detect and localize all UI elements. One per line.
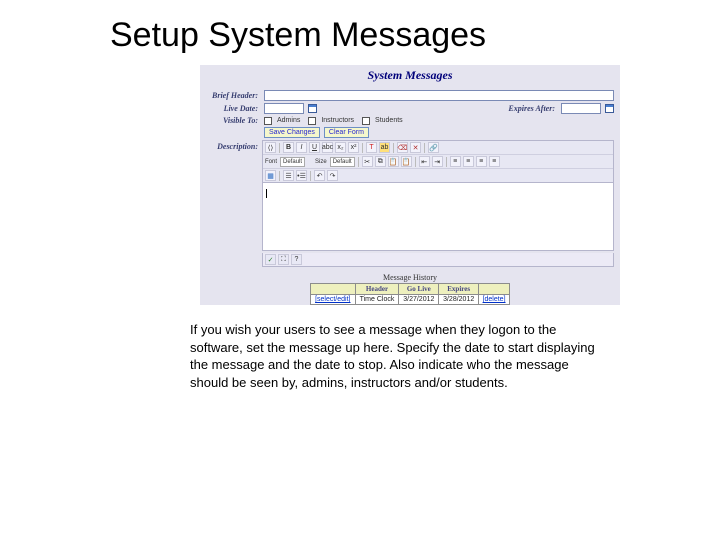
cell-expires: 3/28/2012 bbox=[439, 295, 479, 305]
subscript-icon[interactable]: x₂ bbox=[335, 142, 346, 153]
editor-toolbar: ⟨⟩ B I U abc x₂ x² T ab ⌫ ✕ 🔗 Font Defau… bbox=[262, 140, 614, 183]
italic-icon[interactable]: I bbox=[296, 142, 307, 153]
col-header: Header bbox=[355, 284, 399, 295]
cut-icon[interactable]: ✂ bbox=[362, 156, 373, 167]
toolbar-row-3: ▦ ☰ •☰ ↶ ↷ bbox=[263, 169, 613, 182]
instructors-checkbox[interactable] bbox=[308, 117, 316, 125]
clear-style-icon[interactable]: ✕ bbox=[410, 142, 421, 153]
outdent-icon[interactable]: ⇤ bbox=[419, 156, 430, 167]
redo-icon[interactable]: ↷ bbox=[327, 170, 338, 181]
align-left-icon[interactable]: ≡ bbox=[450, 156, 461, 167]
paste-text-icon[interactable]: 📋 bbox=[401, 156, 412, 167]
toolbar-row-2: Font Default Size Default ✂ ⧉ 📋 📋 ⇤ ⇥ ≡ … bbox=[263, 155, 613, 169]
history-title: Message History bbox=[310, 273, 510, 282]
align-center-icon[interactable]: ≡ bbox=[463, 156, 474, 167]
indent-icon[interactable]: ⇥ bbox=[432, 156, 443, 167]
dates-row: Live Date: Expires After: bbox=[200, 102, 620, 115]
strike-icon[interactable]: abc bbox=[322, 142, 333, 153]
fullscreen-icon[interactable]: ⛶ bbox=[278, 254, 289, 265]
live-date-input[interactable] bbox=[264, 103, 304, 114]
font-select[interactable]: Default bbox=[280, 157, 305, 167]
col-delete bbox=[479, 284, 510, 295]
editor-bottom-bar: ✓ ⛶ ? bbox=[262, 253, 614, 267]
expires-after-label: Expires After: bbox=[508, 104, 557, 113]
save-button[interactable]: Save Changes bbox=[264, 127, 320, 138]
slide-title: Setup System Messages bbox=[0, 0, 720, 65]
table-header-row: Header Go Live Expires bbox=[311, 284, 510, 295]
calendar-icon[interactable] bbox=[605, 104, 614, 113]
image-icon[interactable]: ▦ bbox=[265, 170, 276, 181]
text-cursor bbox=[266, 189, 267, 198]
remove-format-icon[interactable]: ⌫ bbox=[397, 142, 408, 153]
col-golive: Go Live bbox=[399, 284, 439, 295]
message-history: Message History Header Go Live Expires [… bbox=[310, 273, 510, 305]
size-label: Size bbox=[315, 159, 327, 165]
admins-label: Admins bbox=[277, 117, 300, 124]
help-icon[interactable]: ? bbox=[291, 254, 302, 265]
table-row: [select/edit] Time Clock 3/27/2012 3/28/… bbox=[311, 295, 510, 305]
system-messages-panel: System Messages Brief Header: Live Date:… bbox=[200, 65, 620, 305]
size-select[interactable]: Default bbox=[330, 157, 355, 167]
unordered-list-icon[interactable]: •☰ bbox=[296, 170, 307, 181]
students-checkbox[interactable] bbox=[362, 117, 370, 125]
panel-title: System Messages bbox=[200, 65, 620, 89]
spellcheck-icon[interactable]: ✓ bbox=[265, 254, 276, 265]
ordered-list-icon[interactable]: ☰ bbox=[283, 170, 294, 181]
paste-icon[interactable]: 📋 bbox=[388, 156, 399, 167]
source-icon[interactable]: ⟨⟩ bbox=[265, 142, 276, 153]
col-expires: Expires bbox=[439, 284, 479, 295]
undo-icon[interactable]: ↶ bbox=[314, 170, 325, 181]
toolbar-row-1: ⟨⟩ B I U abc x₂ x² T ab ⌫ ✕ 🔗 bbox=[263, 141, 613, 155]
link-icon[interactable]: 🔗 bbox=[428, 142, 439, 153]
align-right-icon[interactable]: ≡ bbox=[476, 156, 487, 167]
description-label: Description: bbox=[206, 142, 260, 151]
underline-icon[interactable]: U bbox=[309, 142, 320, 153]
history-table: Header Go Live Expires [select/edit] Tim… bbox=[310, 283, 510, 305]
brief-header-row: Brief Header: bbox=[200, 89, 620, 102]
text-color-icon[interactable]: T bbox=[366, 142, 377, 153]
brief-header-input[interactable] bbox=[264, 90, 614, 101]
superscript-icon[interactable]: x² bbox=[348, 142, 359, 153]
clear-button[interactable]: Clear Form bbox=[324, 127, 369, 138]
align-justify-icon[interactable]: ≡ bbox=[489, 156, 500, 167]
visible-to-label: Visible To: bbox=[206, 116, 260, 125]
admins-checkbox[interactable] bbox=[264, 117, 272, 125]
live-date-label: Live Date: bbox=[206, 104, 260, 113]
students-label: Students bbox=[375, 117, 403, 124]
brief-header-label: Brief Header: bbox=[206, 91, 260, 100]
calendar-icon[interactable] bbox=[308, 104, 317, 113]
cell-header: Time Clock bbox=[355, 295, 399, 305]
col-select bbox=[311, 284, 356, 295]
delete-link[interactable]: [delete] bbox=[483, 296, 506, 303]
slide-caption: If you wish your users to see a message … bbox=[190, 321, 610, 391]
copy-icon[interactable]: ⧉ bbox=[375, 156, 386, 167]
expires-after-input[interactable] bbox=[561, 103, 601, 114]
instructors-label: Instructors bbox=[321, 117, 354, 124]
bg-color-icon[interactable]: ab bbox=[379, 142, 390, 153]
editor-body[interactable] bbox=[262, 183, 614, 251]
bold-icon[interactable]: B bbox=[283, 142, 294, 153]
cell-golive: 3/27/2012 bbox=[399, 295, 439, 305]
buttons-row: Save Changes Clear Form bbox=[200, 126, 620, 139]
select-edit-link[interactable]: [select/edit] bbox=[315, 296, 350, 303]
visible-to-row: Visible To: Admins Instructors Students bbox=[200, 115, 620, 126]
font-label: Font bbox=[265, 159, 277, 165]
